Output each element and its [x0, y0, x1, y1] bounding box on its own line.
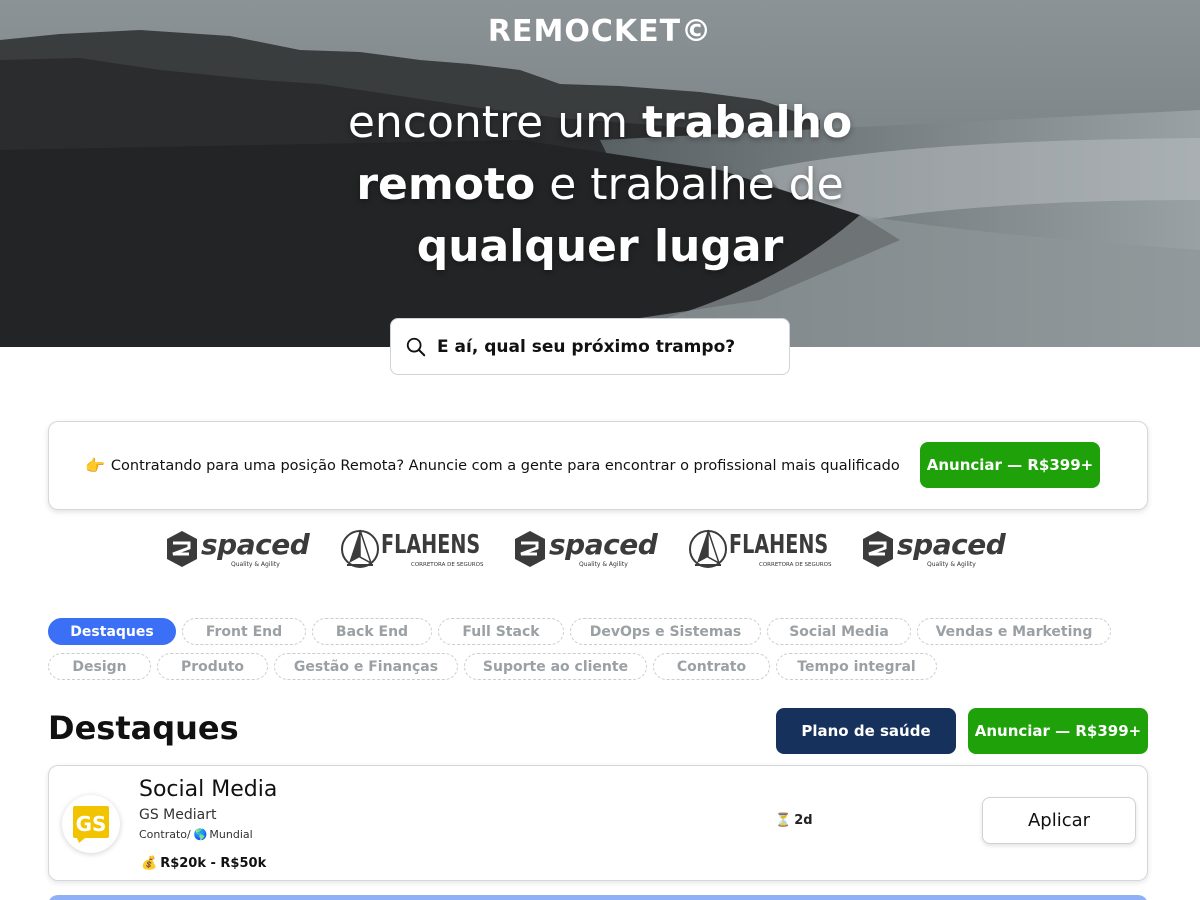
- contract-type: Contrato/: [139, 828, 191, 841]
- money-bag-icon: 💰: [141, 856, 158, 871]
- filter-chip-vendas-marketing[interactable]: Vendas e Marketing: [917, 618, 1111, 645]
- hero-headline: encontre um trabalho remoto e trabalhe d…: [0, 92, 1200, 278]
- advertise-button[interactable]: Anunciar — R$399+: [968, 708, 1148, 754]
- section-title: Destaques: [48, 709, 239, 747]
- flahens-sail-icon: [341, 529, 379, 568]
- job-location: Mundial: [209, 828, 253, 841]
- filter-chip-tempo-integral[interactable]: Tempo integral: [776, 653, 937, 680]
- filter-chip-destaques[interactable]: Destaques: [48, 618, 176, 645]
- hourglass-icon: ⏳: [775, 813, 792, 828]
- filter-chip-devops[interactable]: DevOps e Sistemas: [570, 618, 761, 645]
- filter-chip-back-end[interactable]: Back End: [312, 618, 432, 645]
- sponsor-name: spaced: [549, 528, 658, 561]
- pointing-hand-icon: 👉: [85, 456, 105, 475]
- search-input[interactable]: E aí, qual seu próximo trampo?: [390, 318, 790, 375]
- company-logo: GS: [62, 795, 120, 853]
- sponsor-name: spaced: [201, 528, 310, 561]
- sponsor-tagline: Quality & Agility: [231, 561, 280, 568]
- filter-chip-produto[interactable]: Produto: [157, 653, 268, 680]
- sponsor-spaced-logo[interactable]: spaced Quality & Agility: [861, 526, 1016, 572]
- filter-chip-contrato[interactable]: Contrato: [653, 653, 770, 680]
- job-meta: Contrato/ 🌎 Mundial: [139, 828, 253, 841]
- advertise-banner: 👉 Contratando para uma posição Remota? A…: [48, 421, 1148, 510]
- headline-bold: remoto: [356, 159, 536, 210]
- sponsor-name: FLAHENS: [381, 530, 481, 560]
- sponsor-flahens-logo[interactable]: FLAHENS CORRETORA DE SEGUROS: [341, 526, 491, 572]
- search-placeholder: E aí, qual seu próximo trampo?: [437, 336, 736, 357]
- filter-chip-suporte-cliente[interactable]: Suporte ao cliente: [464, 653, 647, 680]
- health-plan-button[interactable]: Plano de saúde: [776, 708, 956, 754]
- company-name: GS Mediart: [139, 807, 217, 823]
- job-card[interactable]: GS Social Media GS Mediart Contrato/ 🌎 M…: [48, 765, 1148, 881]
- posted-ago: 2d: [794, 813, 813, 828]
- headline-bold: qualquer lugar: [416, 221, 784, 272]
- spaced-cube-icon: [863, 531, 893, 567]
- sponsor-logos: spaced Quality & Agility FLAHENS CORRETO…: [0, 526, 1200, 576]
- filter-chip-front-end[interactable]: Front End: [182, 618, 306, 645]
- spaced-cube-icon: [515, 531, 545, 567]
- flahens-sail-icon: [689, 529, 727, 568]
- sponsor-tagline: CORRETORA DE SEGUROS: [759, 562, 832, 568]
- filter-chip-social-media[interactable]: Social Media: [767, 618, 911, 645]
- sponsor-spaced-logo[interactable]: spaced Quality & Agility: [513, 526, 668, 572]
- job-posted: ⏳ 2d: [775, 813, 813, 828]
- hero-banner: REMOCKET© encontre um trabalho remoto e …: [0, 0, 1200, 347]
- advertise-message: Contratando para uma posição Remota? Anu…: [110, 457, 900, 474]
- salary-range: R$20k - R$50k: [160, 856, 267, 871]
- gs-logo-icon: GS: [73, 806, 109, 843]
- filter-chip-design[interactable]: Design: [48, 653, 151, 680]
- gs-logo-text: GS: [76, 812, 107, 836]
- headline-text: e trabalhe de: [535, 159, 844, 210]
- site-logo[interactable]: REMOCKET©: [0, 14, 1200, 49]
- sponsor-tagline: CORRETORA DE SEGUROS: [411, 562, 484, 568]
- sponsor-flahens-logo[interactable]: FLAHENS CORRETORA DE SEGUROS: [689, 526, 839, 572]
- spaced-cube-icon: [167, 531, 197, 567]
- headline-bold: trabalho: [641, 97, 853, 148]
- job-salary: 💰 R$20k - R$50k: [141, 856, 266, 871]
- sponsor-tagline: Quality & Agility: [579, 561, 628, 568]
- sponsor-tagline: Quality & Agility: [927, 561, 976, 568]
- sponsor-name: FLAHENS: [729, 530, 829, 560]
- headline-text: encontre um: [347, 97, 642, 148]
- filter-chip-full-stack[interactable]: Full Stack: [438, 618, 564, 645]
- apply-button[interactable]: Aplicar: [982, 797, 1136, 844]
- filter-chip-gestao-financas[interactable]: Gestão e Finanças: [274, 653, 458, 680]
- sponsor-name: spaced: [897, 528, 1006, 561]
- advertise-text: 👉 Contratando para uma posição Remota? A…: [85, 456, 900, 475]
- search-icon: [406, 337, 426, 356]
- globe-icon: 🌎: [193, 828, 208, 841]
- sponsor-spaced-logo[interactable]: spaced Quality & Agility: [165, 526, 320, 572]
- next-job-card[interactable]: [48, 895, 1148, 900]
- advertise-button[interactable]: Anunciar — R$399+: [920, 442, 1100, 488]
- job-title[interactable]: Social Media: [139, 777, 277, 802]
